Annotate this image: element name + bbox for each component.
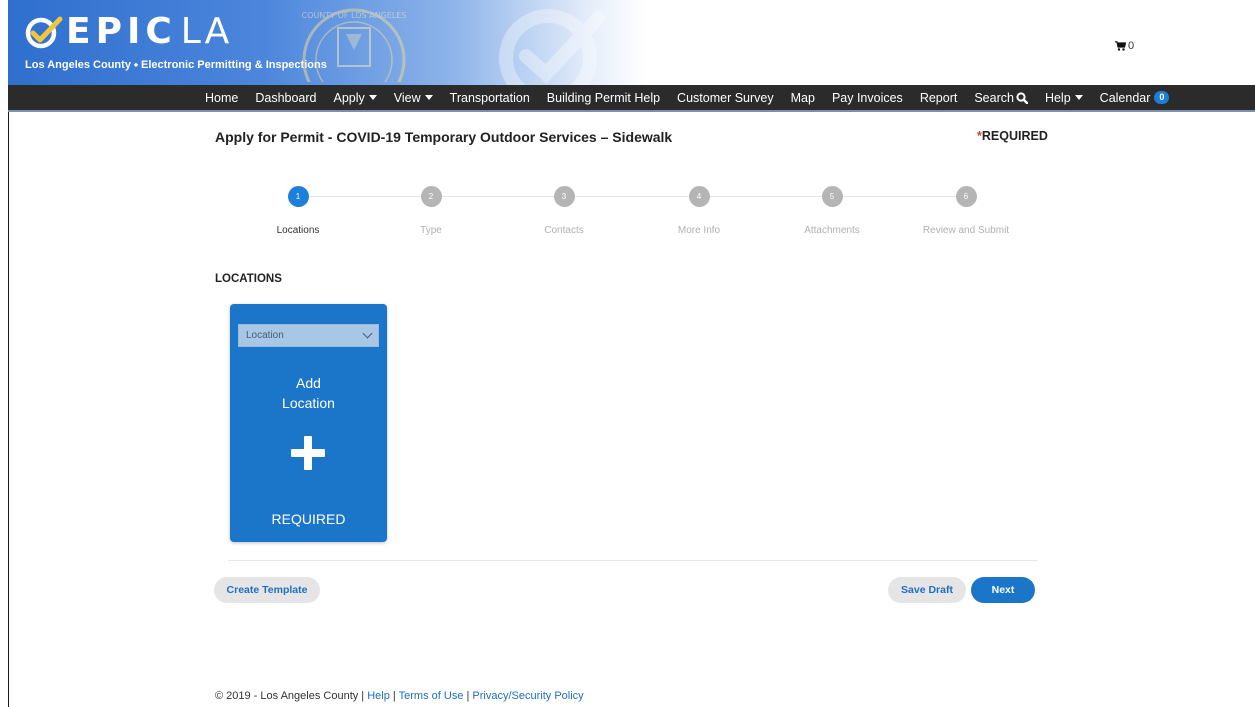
chevron-down-icon [362,328,373,339]
nav-label: View [393,90,421,105]
step-number: 6 [955,186,977,207]
footer-separator: | [389,690,399,702]
cart-count: 0 [1128,40,1135,52]
nav-label: Customer Survey [677,90,774,105]
caret-down-icon [1074,95,1083,100]
header-banner: EPIC LA Los Angeles County ⬩ Electronic … [8,0,648,85]
required-indicator: *REQUIRED [977,129,1048,143]
step-label: Type [420,225,442,236]
main-nav: Home Dashboard Apply View Transportation… [8,85,1255,112]
seal-text: COUNTY OF LOS ANGELES [302,11,407,20]
calendar-count-badge: 0 [1154,91,1170,104]
step-number: 5 [821,186,843,207]
step-more-info: 4 More Info [631,186,767,236]
add-location-line2: Location [282,395,335,411]
next-button[interactable]: Next [971,577,1035,603]
nav-label: Map [790,90,815,105]
divider [228,560,1038,561]
step-label: Locations [276,225,320,236]
logo-subtitle: Los Angeles County ⬩ Electronic Permitti… [25,59,327,71]
step-label: Contacts [544,225,584,236]
logo-text-la: LA [180,11,233,52]
nav-label: Dashboard [255,90,317,105]
locations-section-title: LOCATIONS [215,273,282,285]
save-draft-button[interactable]: Save Draft [888,577,966,603]
nav-map[interactable]: Map [791,91,815,105]
create-template-button[interactable]: Create Template [214,577,320,603]
add-location-label: Add Location [230,373,387,413]
required-label: REQUIRED [981,129,1048,143]
step-label: More Info [677,225,721,236]
nav-label: Help [1044,90,1071,105]
step-type: 2 Type [363,186,499,236]
nav-label: Building Permit Help [546,90,661,105]
cart-button[interactable]: 0 [1115,40,1134,52]
nav-view[interactable]: View [394,91,433,105]
add-location-card[interactable]: Location Add Location REQUIRED [230,304,387,542]
location-select-value: Location [246,330,284,341]
nav-label: Pay Invoices [831,90,903,105]
caret-down-icon [424,95,433,100]
step-contacts: 3 Contacts [496,186,632,236]
nav-label: Search [974,90,1014,105]
footer-copyright: © 2019 - Los Angeles County | [215,690,368,702]
nav-label: Report [919,90,958,105]
nav-building-permit-help[interactable]: Building Permit Help [547,91,660,105]
step-number: 1 [287,186,309,207]
progress-stepper: 1 Locations 2 Type 3 Contacts 4 More Inf… [230,186,1035,241]
step-review-and-submit: 6 Review and Submit [898,186,1034,236]
county-seal-icon: COUNTY OF LOS ANGELES [302,8,407,82]
search-icon [1016,91,1028,104]
footer: © 2019 - Los Angeles County | Help | Ter… [215,690,584,702]
location-select[interactable]: Location [238,324,379,347]
step-number: 3 [553,186,575,207]
decorative-check-icon [499,9,605,85]
nav-label: Home [205,90,239,105]
plus-icon-vertical [304,436,312,470]
add-location-line1: Add [296,375,321,391]
logo-text-epic: EPIC [66,11,177,52]
nav-help[interactable]: Help [1045,91,1083,105]
checkmark-logo-icon [25,16,63,49]
step-number: 2 [420,186,442,207]
nav-customer-survey[interactable]: Customer Survey [677,91,774,105]
nav-search[interactable]: Search [974,91,1028,105]
header: EPIC LA Los Angeles County ⬩ Electronic … [8,0,1255,85]
nav-apply[interactable]: Apply [334,91,377,105]
nav-pay-invoices[interactable]: Pay Invoices [832,91,903,105]
step-number: 4 [688,186,710,207]
nav-label: Apply [333,90,365,105]
footer-terms-link[interactable]: Terms of Use [399,690,464,702]
nav-calendar[interactable]: Calendar 0 [1100,91,1170,105]
epicla-logo[interactable]: EPIC LA [24,14,232,50]
step-label: Review and Submit [922,225,1010,236]
nav-home[interactable]: Home [205,91,238,105]
location-required-label: REQUIRED [271,511,346,527]
shopping-cart-icon [1115,41,1126,51]
caret-down-icon [368,95,377,100]
page-title: Apply for Permit - COVID-19 Temporary Ou… [215,129,673,145]
step-locations[interactable]: 1 Locations [230,186,366,236]
step-label: Attachments [804,225,860,236]
nav-label: Calendar [1099,90,1151,105]
footer-privacy-link[interactable]: Privacy/Security Policy [472,690,583,702]
nav-transportation[interactable]: Transportation [450,91,530,105]
nav-label: Transportation [449,90,530,105]
step-attachments: 5 Attachments [764,186,900,236]
nav-dashboard[interactable]: Dashboard [255,91,316,105]
plus-icon[interactable] [291,436,325,470]
nav-report[interactable]: Report [920,91,958,105]
footer-help-link[interactable]: Help [367,690,390,702]
